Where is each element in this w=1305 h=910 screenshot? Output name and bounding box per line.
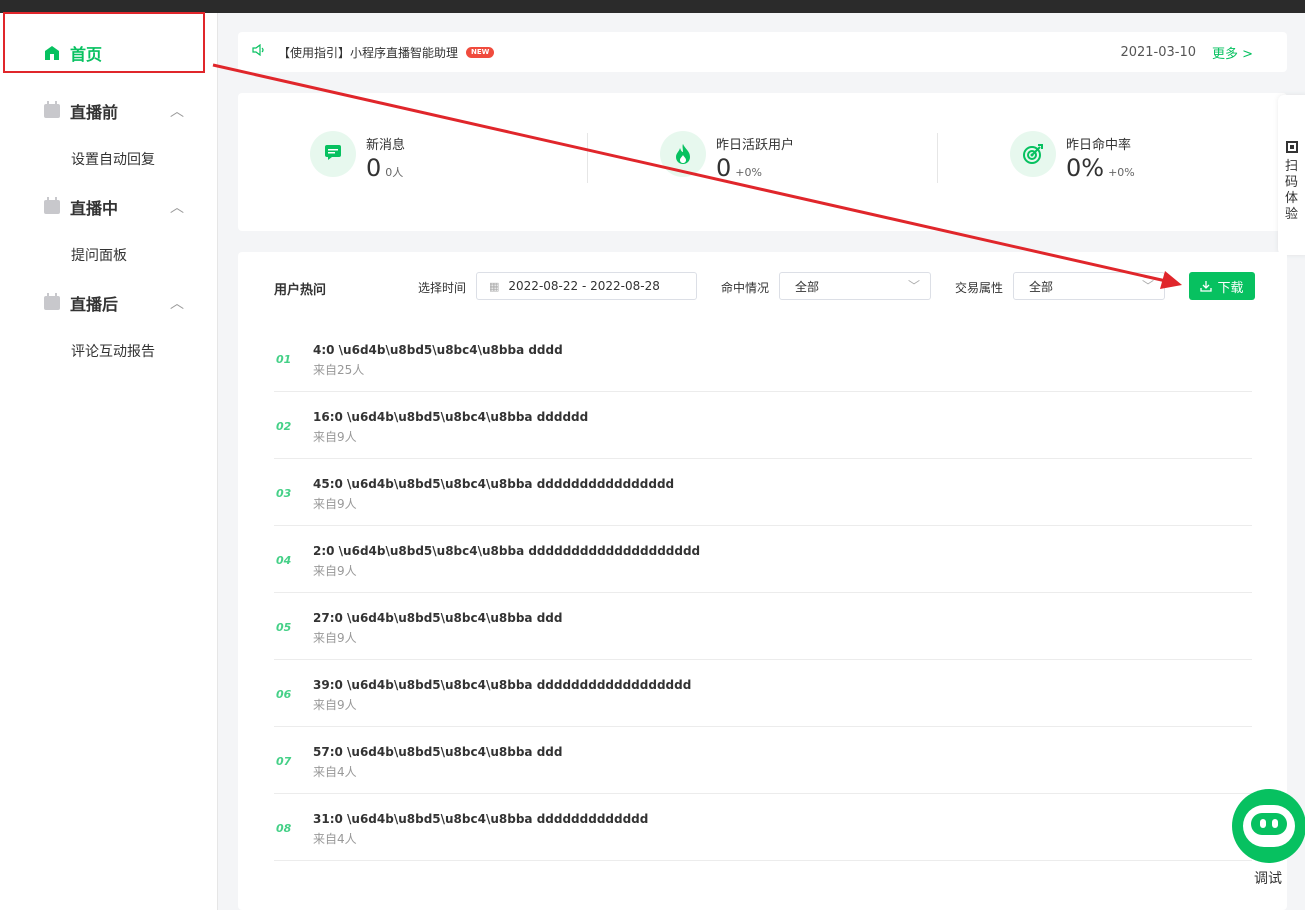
- new-badge: NEW: [466, 46, 495, 58]
- time-filter-label: 选择时间: [418, 281, 467, 295]
- sidebar-group-label: 直播前: [70, 103, 119, 122]
- question-title: 4:0 \u6d4b\u8bd5\u8bc4\u8bba dddd: [313, 343, 563, 357]
- question-rank: 01: [276, 353, 292, 366]
- stat-sub: 0人: [385, 166, 404, 179]
- more-link[interactable]: 更多 >: [1212, 43, 1253, 62]
- question-row[interactable]: 03 45:0 \u6d4b\u8bd5\u8bc4\u8bba dddddddd…: [274, 459, 1252, 526]
- sidebar-item-question-panel[interactable]: 提问面板: [71, 245, 127, 265]
- message-icon: [310, 131, 356, 177]
- question-title: 31:0 \u6d4b\u8bd5\u8bc4\u8bba dddddddddd…: [313, 812, 649, 826]
- stat-value: 0: [716, 154, 732, 182]
- stats-card: 新消息 0 0人 昨日活跃用户 0 +0% 昨日命中率 0% +0%: [238, 93, 1287, 231]
- question-source-count: 来自9人: [313, 497, 357, 511]
- trade-filter-value: 全部: [1029, 279, 1054, 294]
- question-rank: 06: [276, 688, 292, 701]
- question-row[interactable]: 01 4:0 \u6d4b\u8bd5\u8bc4\u8bba dddd 来自25人: [274, 325, 1252, 392]
- question-row[interactable]: 05 27:0 \u6d4b\u8bd5\u8bc4\u8bba ddd 来自9人: [274, 593, 1252, 660]
- download-label: 下载: [1217, 280, 1244, 296]
- trade-filter-select[interactable]: 全部 ﹀: [1013, 272, 1165, 300]
- notice-date: 2021-03-10: [1120, 44, 1196, 60]
- sidebar-item-comment-report[interactable]: 评论互动报告: [71, 341, 155, 361]
- calendar-icon: ▦: [489, 279, 500, 293]
- question-rank: 05: [276, 621, 292, 634]
- debug-bot-button[interactable]: [1232, 789, 1305, 863]
- stat-value: 0: [366, 154, 382, 182]
- stat-sub: +0%: [1108, 166, 1135, 179]
- hot-questions-panel: 用户热问 选择时间 ▦ 2022-08-22 - 2022-08-28 命中情况…: [238, 252, 1287, 910]
- highlight-box: [3, 12, 205, 73]
- question-title: 16:0 \u6d4b\u8bd5\u8bc4\u8bba dddddd: [313, 410, 589, 424]
- question-rank: 02: [276, 420, 292, 433]
- sidebar-group-label: 直播中: [70, 199, 119, 218]
- scan-qr-tab[interactable]: 扫码体验: [1278, 95, 1305, 255]
- stat-new-messages: 新消息 0 0人: [310, 131, 405, 188]
- qr-code-icon: [1286, 141, 1298, 153]
- sidebar-group-after-live[interactable]: 直播后 ︿: [44, 291, 184, 315]
- question-rank: 07: [276, 755, 292, 768]
- question-source-count: 来自9人: [313, 430, 357, 444]
- notice-text[interactable]: 【使用指引】小程序直播智能助理: [278, 44, 458, 61]
- question-source-count: 来自9人: [313, 698, 357, 712]
- date-range-value: 2022-08-22 - 2022-08-28: [508, 279, 660, 293]
- question-title: 27:0 \u6d4b\u8bd5\u8bc4\u8bba ddd: [313, 611, 563, 625]
- question-rank: 04: [276, 554, 292, 567]
- stat-active-users: 昨日活跃用户 0 +0%: [660, 131, 794, 188]
- chevron-up-icon[interactable]: ︿: [170, 101, 184, 121]
- stat-title: 昨日命中率: [1066, 138, 1132, 153]
- chevron-up-icon[interactable]: ︿: [170, 197, 184, 217]
- chevron-up-icon[interactable]: ︿: [170, 293, 184, 313]
- hit-filter-select[interactable]: 全部 ﹀: [779, 272, 931, 300]
- question-title: 39:0 \u6d4b\u8bd5\u8bc4\u8bba dddddddddd…: [313, 678, 692, 692]
- stat-value: 0%: [1066, 154, 1105, 182]
- sidebar-group-during-live[interactable]: 直播中 ︿: [44, 195, 184, 219]
- sidebar-group-before-live[interactable]: 直播前 ︿: [44, 99, 184, 123]
- question-row[interactable]: 06 39:0 \u6d4b\u8bd5\u8bc4\u8bba dddddddd…: [274, 660, 1252, 727]
- hit-filter-label: 命中情况: [721, 281, 770, 295]
- panel-title: 用户热问: [274, 283, 327, 298]
- question-title: 57:0 \u6d4b\u8bd5\u8bc4\u8bba ddd: [313, 745, 563, 759]
- scan-qr-label: 扫码体验: [1285, 159, 1299, 222]
- sidebar-item-auto-reply[interactable]: 设置自动回复: [71, 149, 155, 169]
- question-source-count: 来自25人: [313, 363, 365, 377]
- question-rank: 03: [276, 487, 292, 500]
- hit-filter-value: 全部: [795, 279, 820, 294]
- question-source-count: 来自4人: [313, 832, 357, 846]
- divider: [937, 133, 938, 183]
- question-row[interactable]: 04 2:0 \u6d4b\u8bd5\u8bc4\u8bba ddddddddd…: [274, 526, 1252, 593]
- trade-filter-label: 交易属性: [955, 281, 1004, 295]
- question-title: 2:0 \u6d4b\u8bd5\u8bc4\u8bba ddddddddddd…: [313, 544, 701, 558]
- calendar-icon: [44, 101, 60, 118]
- notice-bar[interactable]: 【使用指引】小程序直播智能助理 NEW 2021-03-10 更多 >: [238, 32, 1287, 72]
- date-range-picker[interactable]: ▦ 2022-08-22 - 2022-08-28: [476, 272, 697, 300]
- chevron-down-icon: ﹀: [907, 279, 920, 293]
- divider: [587, 133, 588, 183]
- question-source-count: 来自9人: [313, 631, 357, 645]
- calendar-icon: [44, 197, 60, 214]
- stat-title: 新消息: [366, 138, 406, 153]
- download-icon: [1200, 281, 1213, 292]
- stat-title: 昨日活跃用户: [716, 138, 795, 153]
- stat-sub: +0%: [735, 166, 762, 179]
- download-button[interactable]: 下载: [1189, 272, 1255, 300]
- question-source-count: 来自4人: [313, 765, 357, 779]
- question-source-count: 来自9人: [313, 564, 357, 578]
- stat-hit-rate: 昨日命中率 0% +0%: [1010, 131, 1135, 188]
- sidebar-group-label: 直播后: [70, 295, 119, 314]
- sidebar: 首页 直播前 ︿ 设置自动回复 直播中 ︿ 提问面板 直播后 ︿ 评论互动报告: [0, 13, 218, 910]
- question-row[interactable]: 02 16:0 \u6d4b\u8bd5\u8bc4\u8bba dddddd 来自…: [274, 392, 1252, 459]
- question-title: 45:0 \u6d4b\u8bd5\u8bc4\u8bba dddddddddd…: [313, 477, 675, 491]
- fire-icon: [660, 131, 706, 177]
- question-rank: 08: [276, 822, 292, 835]
- question-list: 01 4:0 \u6d4b\u8bd5\u8bc4\u8bba dddd 来自25人…: [274, 325, 1252, 861]
- question-row[interactable]: 07 57:0 \u6d4b\u8bd5\u8bc4\u8bba ddd 来自4人: [274, 727, 1252, 794]
- target-icon: [1010, 131, 1056, 177]
- question-row[interactable]: 08 31:0 \u6d4b\u8bd5\u8bc4\u8bba dddddddd…: [274, 794, 1252, 861]
- chevron-down-icon: ﹀: [1141, 279, 1154, 293]
- speaker-icon: [252, 43, 268, 60]
- calendar-icon: [44, 293, 60, 310]
- debug-label: 调试: [1254, 871, 1282, 887]
- robot-icon: [1243, 805, 1295, 847]
